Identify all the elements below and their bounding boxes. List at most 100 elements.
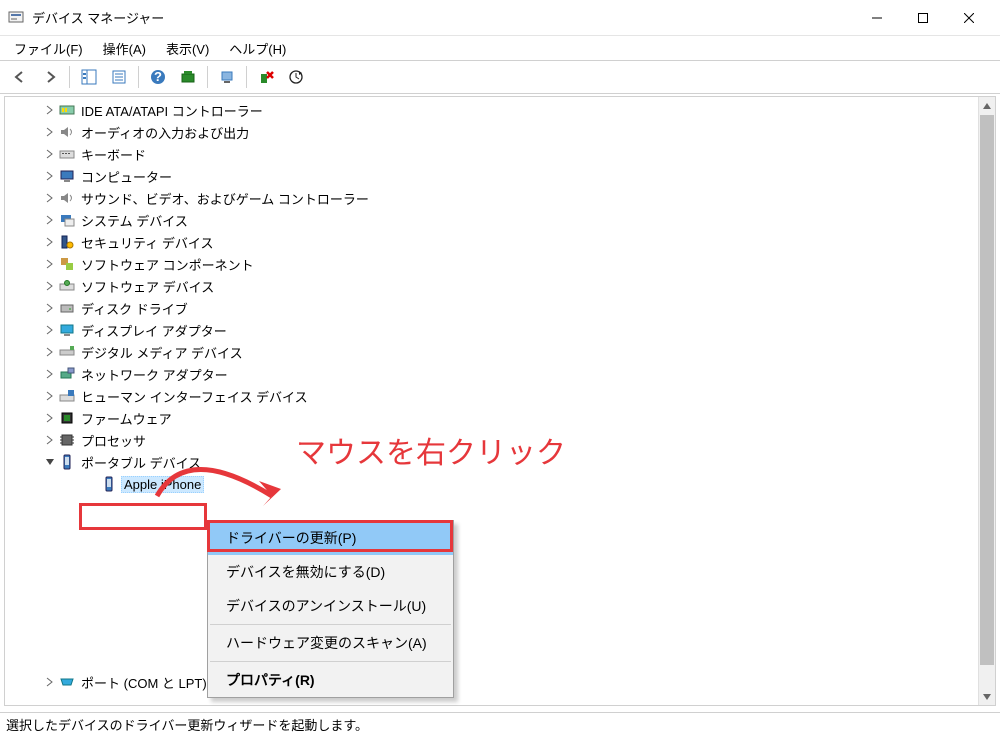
toolbar-separator bbox=[246, 66, 247, 88]
tree-node-audio[interactable]: オーディオの入力および出力 bbox=[5, 121, 995, 143]
expand-icon[interactable] bbox=[43, 191, 57, 205]
controller-icon bbox=[59, 102, 75, 118]
tree-node-label: デジタル メディア デバイス bbox=[79, 343, 245, 362]
uninstall-device-button[interactable] bbox=[252, 63, 280, 91]
tree-node-digital-media[interactable]: デジタル メディア デバイス bbox=[5, 341, 995, 363]
tree-node-portable-devices[interactable]: ポータブル デバイス bbox=[5, 451, 995, 473]
app-icon bbox=[8, 10, 24, 26]
expand-icon[interactable] bbox=[43, 279, 57, 293]
port-icon bbox=[59, 674, 75, 690]
tree-node-sound-video[interactable]: サウンド、ビデオ、およびゲーム コントローラー bbox=[5, 187, 995, 209]
menu-item-disable-device[interactable]: デバイスを無効にする(D) bbox=[208, 555, 453, 589]
expand-icon[interactable] bbox=[43, 345, 57, 359]
device-tree[interactable]: IDE ATA/ATAPI コントローラー オーディオの入力および出力 キーボー… bbox=[5, 97, 995, 695]
context-menu: ドライバーの更新(P) デバイスを無効にする(D) デバイスのアンインストール(… bbox=[207, 520, 454, 698]
tree-node-ide-atapi[interactable]: IDE ATA/ATAPI コントローラー bbox=[5, 99, 995, 121]
expand-icon[interactable] bbox=[43, 433, 57, 447]
tree-node-label: ネットワーク アダプター bbox=[79, 365, 230, 384]
tree-node-label: ポータブル デバイス bbox=[79, 453, 203, 472]
scroll-up-icon[interactable] bbox=[979, 97, 995, 114]
toolbar: ? bbox=[0, 60, 1000, 94]
tree-node-computer[interactable]: コンピューター bbox=[5, 165, 995, 187]
expand-icon[interactable] bbox=[43, 125, 57, 139]
expand-icon[interactable] bbox=[43, 675, 57, 689]
computer-icon bbox=[59, 168, 75, 184]
menu-help[interactable]: ヘルプ(H) bbox=[219, 37, 296, 60]
minimize-button[interactable] bbox=[854, 3, 900, 33]
update-driver-button[interactable] bbox=[213, 63, 241, 91]
menu-bar: ファイル(F) 操作(A) 表示(V) ヘルプ(H) bbox=[0, 36, 1000, 60]
tree-node-processors[interactable]: プロセッサ bbox=[5, 429, 995, 451]
expand-icon[interactable] bbox=[43, 169, 57, 183]
speaker-icon bbox=[59, 124, 75, 140]
expand-icon[interactable] bbox=[43, 235, 57, 249]
tree-node-hid[interactable]: ヒューマン インターフェイス デバイス bbox=[5, 385, 995, 407]
expand-icon[interactable] bbox=[43, 301, 57, 315]
window-title: デバイス マネージャー bbox=[32, 8, 854, 27]
collapse-icon[interactable] bbox=[43, 455, 57, 469]
component-icon bbox=[59, 256, 75, 272]
scroll-down-icon[interactable] bbox=[979, 688, 995, 705]
tree-node-label: ディスク ドライブ bbox=[79, 299, 190, 318]
firmware-icon bbox=[59, 410, 75, 426]
menu-separator bbox=[210, 661, 451, 662]
tree-node-label: Apple iPhone bbox=[121, 476, 204, 493]
system-icon bbox=[59, 212, 75, 228]
tree-node-software-components[interactable]: ソフトウェア コンポーネント bbox=[5, 253, 995, 275]
expand-icon[interactable] bbox=[43, 411, 57, 425]
expand-icon[interactable] bbox=[43, 389, 57, 403]
expand-icon[interactable] bbox=[43, 103, 57, 117]
help-button[interactable]: ? bbox=[144, 63, 172, 91]
tree-node-firmware[interactable]: ファームウェア bbox=[5, 407, 995, 429]
menu-view[interactable]: 表示(V) bbox=[156, 37, 219, 60]
cpu-icon bbox=[59, 432, 75, 448]
close-button[interactable] bbox=[946, 3, 992, 33]
forward-button[interactable] bbox=[36, 63, 64, 91]
scrollbar-thumb[interactable] bbox=[980, 115, 994, 665]
tree-node-network-adapters[interactable]: ネットワーク アダプター bbox=[5, 363, 995, 385]
svg-text:?: ? bbox=[154, 69, 162, 84]
menu-item-properties[interactable]: プロパティ(R) bbox=[208, 663, 453, 697]
tree-node-security-devices[interactable]: セキュリティ デバイス bbox=[5, 231, 995, 253]
tree-node-keyboard[interactable]: キーボード bbox=[5, 143, 995, 165]
menu-action[interactable]: 操作(A) bbox=[93, 37, 156, 60]
expand-icon[interactable] bbox=[43, 147, 57, 161]
maximize-button[interactable] bbox=[900, 3, 946, 33]
menu-item-uninstall-device[interactable]: デバイスのアンインストール(U) bbox=[208, 589, 453, 623]
expand-icon[interactable] bbox=[43, 213, 57, 227]
tree-node-system-devices[interactable]: システム デバイス bbox=[5, 209, 995, 231]
disk-icon bbox=[59, 300, 75, 316]
menu-file[interactable]: ファイル(F) bbox=[4, 37, 93, 60]
tree-node-label: ソフトウェア コンポーネント bbox=[79, 255, 256, 274]
tree-node-label: プロセッサ bbox=[79, 431, 148, 450]
software-device-icon bbox=[59, 278, 75, 294]
disable-device-button[interactable] bbox=[282, 63, 310, 91]
show-hide-tree-button[interactable] bbox=[75, 63, 103, 91]
vertical-scrollbar[interactable] bbox=[978, 97, 995, 705]
phone-icon bbox=[101, 476, 117, 492]
menu-item-scan-hardware[interactable]: ハードウェア変更のスキャン(A) bbox=[208, 626, 453, 660]
tree-node-label: セキュリティ デバイス bbox=[79, 233, 215, 252]
toolbar-separator bbox=[138, 66, 139, 88]
menu-separator bbox=[210, 624, 451, 625]
expand-icon[interactable] bbox=[43, 257, 57, 271]
tree-node-ports-com-lpt[interactable]: ポート (COM と LPT) bbox=[5, 671, 995, 693]
tree-node-apple-iphone[interactable]: Apple iPhone bbox=[5, 473, 995, 495]
tree-node-display-adapters[interactable]: ディスプレイ アダプター bbox=[5, 319, 995, 341]
status-bar: 選択したデバイスのドライバー更新ウィザードを起動します。 bbox=[0, 712, 1000, 732]
display-icon bbox=[59, 322, 75, 338]
tree-node-label: ファームウェア bbox=[79, 409, 174, 428]
menu-item-update-driver[interactable]: ドライバーの更新(P) bbox=[208, 521, 453, 555]
tree-node-label: ヒューマン インターフェイス デバイス bbox=[79, 387, 310, 406]
toolbar-separator bbox=[207, 66, 208, 88]
tree-node-software-devices[interactable]: ソフトウェア デバイス bbox=[5, 275, 995, 297]
tree-node-disk-drives[interactable]: ディスク ドライブ bbox=[5, 297, 995, 319]
speaker-icon bbox=[59, 190, 75, 206]
expand-icon[interactable] bbox=[43, 323, 57, 337]
properties-button[interactable] bbox=[105, 63, 133, 91]
back-button[interactable] bbox=[6, 63, 34, 91]
expand-icon[interactable] bbox=[43, 367, 57, 381]
security-icon bbox=[59, 234, 75, 250]
tree-node-label: コンピューター bbox=[79, 167, 174, 186]
scan-hardware-button[interactable] bbox=[174, 63, 202, 91]
